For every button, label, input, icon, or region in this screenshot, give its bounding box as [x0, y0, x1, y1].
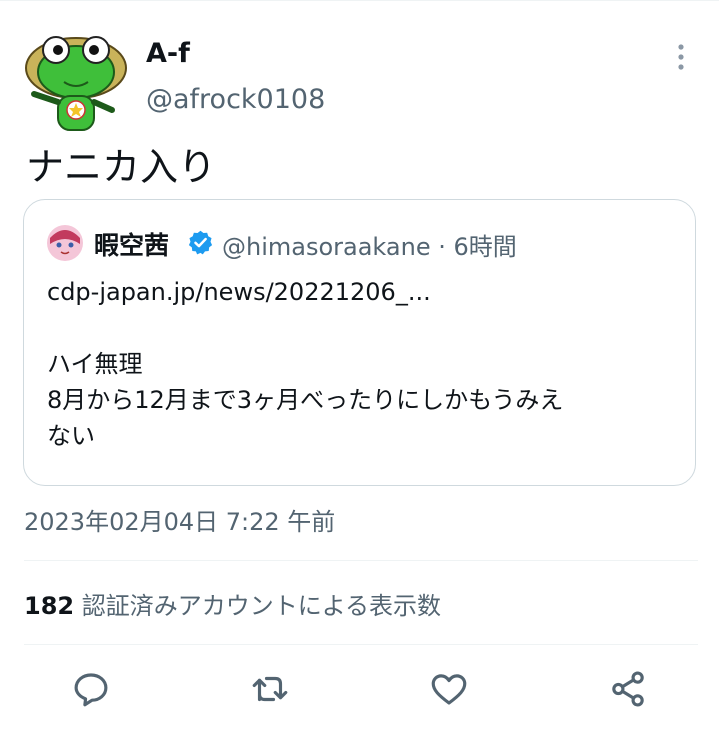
quoted-text-line: 8月から12月まで3ヶ月べったりにしかもうみえ	[47, 386, 564, 414]
quoted-text-line: ハイ無理	[47, 350, 143, 378]
quoted-blank-line	[47, 310, 677, 346]
quoted-text-line: ない	[47, 422, 95, 450]
more-vertical-icon[interactable]	[664, 40, 698, 74]
view-count: 182	[24, 592, 75, 620]
view-count-label: 認証済みアカウントによる表示数	[81, 592, 442, 620]
view-count-row[interactable]: 182 認証済みアカウントによる表示数	[24, 586, 441, 621]
top-divider	[0, 0, 719, 1]
author-avatar[interactable]	[20, 24, 132, 136]
author-handle[interactable]: @afrock0108	[146, 84, 325, 115]
divider	[24, 560, 698, 561]
quoted-link-line[interactable]: cdp-japan.jp/news/20221206_...	[47, 274, 677, 310]
quoted-author-name: 暇空茜	[94, 231, 170, 260]
tweet-text: ナニカ入り	[26, 145, 217, 189]
verified-badge-icon	[187, 229, 214, 256]
tweet-timestamp[interactable]: 2023年02月04日 7:22 午前	[24, 502, 335, 537]
like-icon[interactable]	[428, 668, 470, 710]
quoted-author-avatar	[46, 224, 84, 262]
quoted-tweet-card[interactable]: 暇空茜 @himasoraakane · 6時間 cdp-japan.jp/ne…	[23, 199, 696, 486]
reply-icon[interactable]	[70, 668, 112, 710]
share-icon[interactable]	[607, 668, 649, 710]
author-name[interactable]: A-f	[146, 38, 190, 69]
quoted-tweet-body: cdp-japan.jp/news/20221206_... ハイ無理 8月から…	[47, 274, 677, 454]
retweet-icon[interactable]	[249, 668, 291, 710]
quoted-handle-time: @himasoraakane · 6時間	[222, 233, 517, 261]
divider	[24, 644, 698, 645]
